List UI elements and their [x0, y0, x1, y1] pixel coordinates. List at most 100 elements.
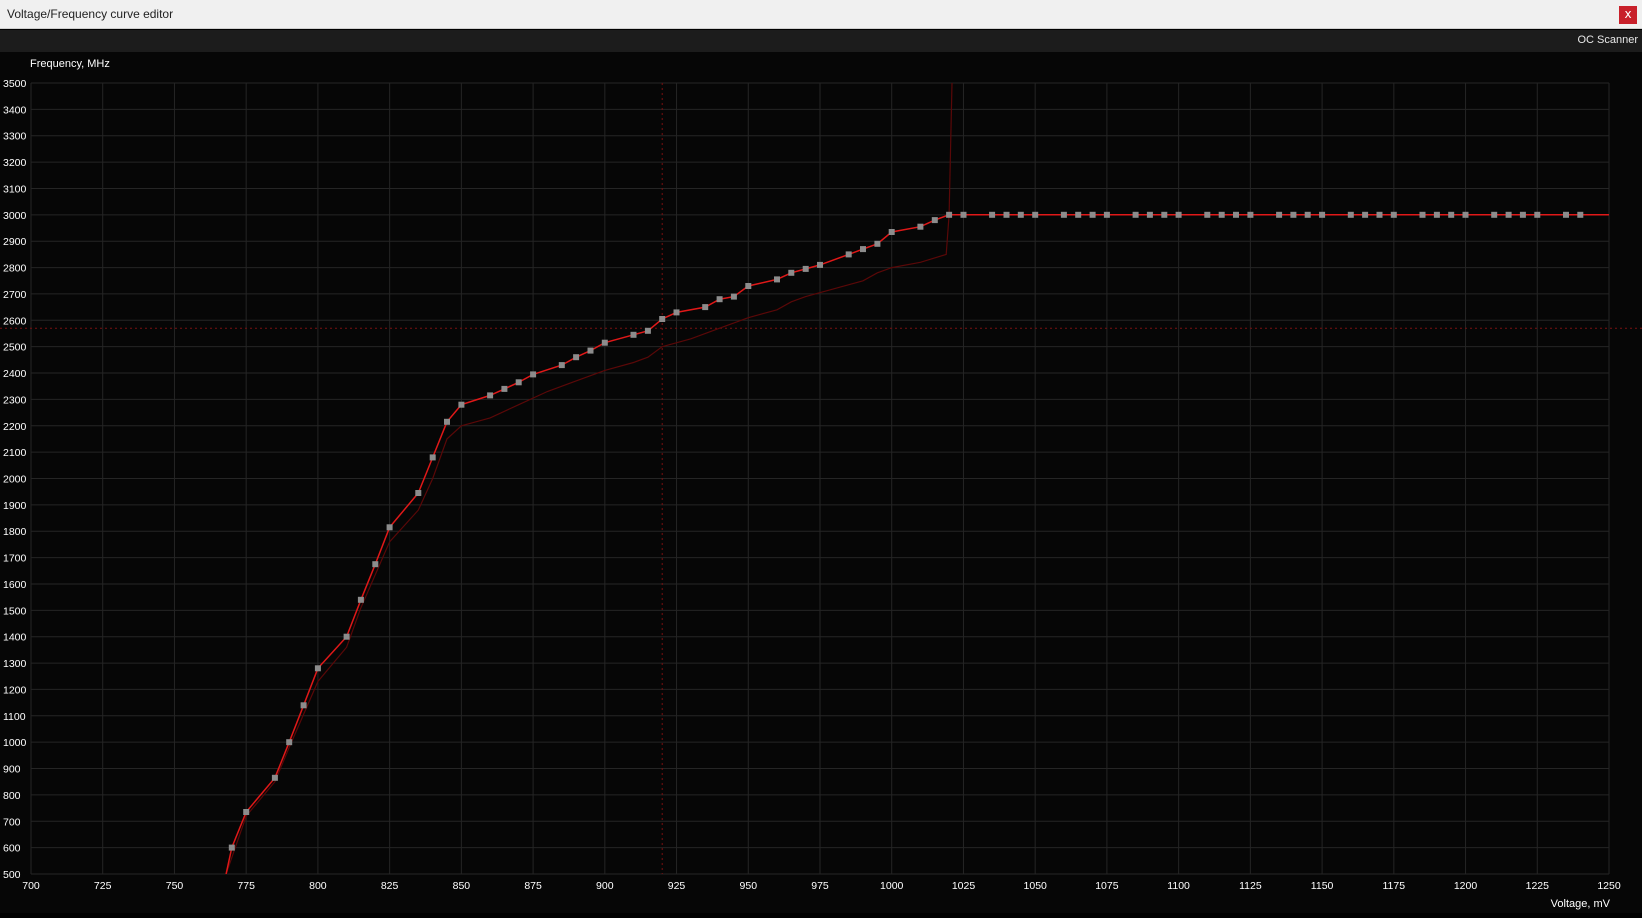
curve-point[interactable]: [644, 327, 651, 334]
curve-point[interactable]: [931, 217, 938, 224]
y-tick-label: 700: [3, 816, 21, 828]
curve-point[interactable]: [774, 276, 780, 283]
curve-point[interactable]: [630, 331, 637, 338]
curve-point[interactable]: [1161, 211, 1168, 218]
curve-point[interactable]: [730, 293, 737, 300]
curve-point[interactable]: [1247, 211, 1254, 218]
curve-point[interactable]: [558, 362, 565, 369]
y-tick-label: 2200: [3, 421, 27, 433]
curve-point[interactable]: [444, 418, 450, 425]
y-tick-label: 2800: [3, 263, 27, 275]
curve-point[interactable]: [415, 490, 422, 496]
curve-point[interactable]: [1448, 211, 1455, 218]
curve-point[interactable]: [1175, 211, 1182, 218]
curve-point[interactable]: [1089, 211, 1096, 218]
curve-point[interactable]: [874, 240, 881, 247]
x-tick-label: 1150: [1311, 880, 1334, 892]
y-tick-label: 2500: [3, 342, 27, 354]
curve-point[interactable]: [1491, 211, 1498, 218]
curve-point[interactable]: [888, 229, 895, 235]
curve-point[interactable]: [286, 739, 293, 746]
curve-point[interactable]: [601, 339, 608, 346]
x-tick-label: 700: [22, 880, 40, 892]
curve-point[interactable]: [1390, 211, 1397, 218]
curve-point[interactable]: [1563, 211, 1569, 218]
curve-point[interactable]: [458, 401, 465, 408]
y-tick-label: 800: [3, 790, 21, 802]
curve-point[interactable]: [946, 211, 953, 218]
curve-point[interactable]: [845, 251, 852, 258]
curve-point[interactable]: [1075, 211, 1082, 218]
curve-point[interactable]: [501, 385, 508, 392]
curve-point[interactable]: [1290, 211, 1297, 218]
curve-point[interactable]: [1577, 211, 1584, 218]
title-bar: Voltage/Frequency curve editor x: [0, 0, 1642, 29]
curve-point[interactable]: [860, 246, 866, 253]
curve-point[interactable]: [429, 454, 436, 461]
curve-point[interactable]: [716, 296, 723, 303]
x-tick-label: 875: [524, 880, 542, 892]
curve-point[interactable]: [702, 304, 709, 311]
oc-scanner-button[interactable]: OC Scanner: [1577, 34, 1638, 46]
curve-point[interactable]: [1433, 211, 1440, 218]
curve-point[interactable]: [1060, 211, 1067, 218]
curve-point[interactable]: [1376, 211, 1383, 218]
vf-curve-chart[interactable]: 500 600 700 800 900 1000 1100 1200 1300 1400 1500 1…: [0, 52, 1642, 913]
curve-point[interactable]: [271, 774, 278, 781]
curve-point[interactable]: [1347, 211, 1354, 218]
curve-point[interactable]: [314, 665, 321, 672]
curve-point[interactable]: [1304, 211, 1311, 218]
curve-point[interactable]: [1419, 211, 1426, 218]
y-tick-label: 1100: [3, 711, 26, 723]
curve-point[interactable]: [817, 261, 823, 268]
curve-point[interactable]: [487, 392, 494, 399]
curve-point[interactable]: [1218, 211, 1225, 218]
y-tick-label: 2100: [3, 447, 27, 459]
curve-point[interactable]: [1319, 211, 1326, 218]
curve-point[interactable]: [1017, 211, 1024, 218]
curve-point[interactable]: [1204, 211, 1211, 218]
curve-point[interactable]: [1032, 211, 1039, 218]
curve-point[interactable]: [1534, 211, 1541, 218]
curve-point[interactable]: [1519, 211, 1526, 218]
curve-point[interactable]: [1276, 211, 1283, 218]
y-tick-label: 1600: [3, 579, 27, 591]
curve-point[interactable]: [530, 371, 537, 378]
x-tick-label: 1200: [1454, 880, 1478, 892]
curve-point[interactable]: [343, 633, 350, 640]
curve-point[interactable]: [228, 844, 235, 851]
curve-point[interactable]: [1003, 211, 1010, 218]
x-tick-label: 975: [811, 880, 829, 892]
curve-point[interactable]: [1233, 211, 1239, 218]
curve-point[interactable]: [243, 809, 250, 815]
chart-svg[interactable]: 500 600 700 800 900 1000 1100 1200 1300 1400 1500 1…: [0, 52, 1642, 913]
curve-point[interactable]: [1505, 211, 1512, 218]
y-tick-label: 2900: [3, 236, 27, 248]
curve-point[interactable]: [1146, 211, 1153, 218]
curve-point[interactable]: [989, 211, 996, 218]
curve-point[interactable]: [802, 265, 809, 272]
x-tick-label: 825: [381, 880, 399, 892]
curve-point[interactable]: [659, 316, 666, 322]
curve-point[interactable]: [587, 347, 594, 354]
curve-point[interactable]: [573, 354, 580, 361]
curve-point[interactable]: [1362, 211, 1369, 218]
curve-point[interactable]: [745, 283, 752, 289]
y-tick-label: 1400: [3, 632, 27, 644]
curve-point[interactable]: [673, 309, 680, 316]
curve-point[interactable]: [1462, 211, 1469, 218]
curve-point[interactable]: [357, 596, 364, 603]
curve-point[interactable]: [515, 379, 522, 386]
x-tick-label: 750: [166, 880, 184, 892]
curve-point[interactable]: [1132, 211, 1139, 218]
y-axis-label: Frequency, MHz: [30, 58, 110, 70]
curve-point[interactable]: [960, 211, 967, 218]
curve-point[interactable]: [386, 524, 393, 531]
curve-point[interactable]: [788, 269, 795, 276]
curve-point[interactable]: [372, 561, 379, 568]
x-tick-label: 800: [309, 880, 327, 892]
curve-point[interactable]: [917, 223, 924, 230]
close-button[interactable]: x: [1619, 6, 1637, 24]
curve-point[interactable]: [300, 702, 307, 709]
curve-point[interactable]: [1103, 211, 1110, 218]
